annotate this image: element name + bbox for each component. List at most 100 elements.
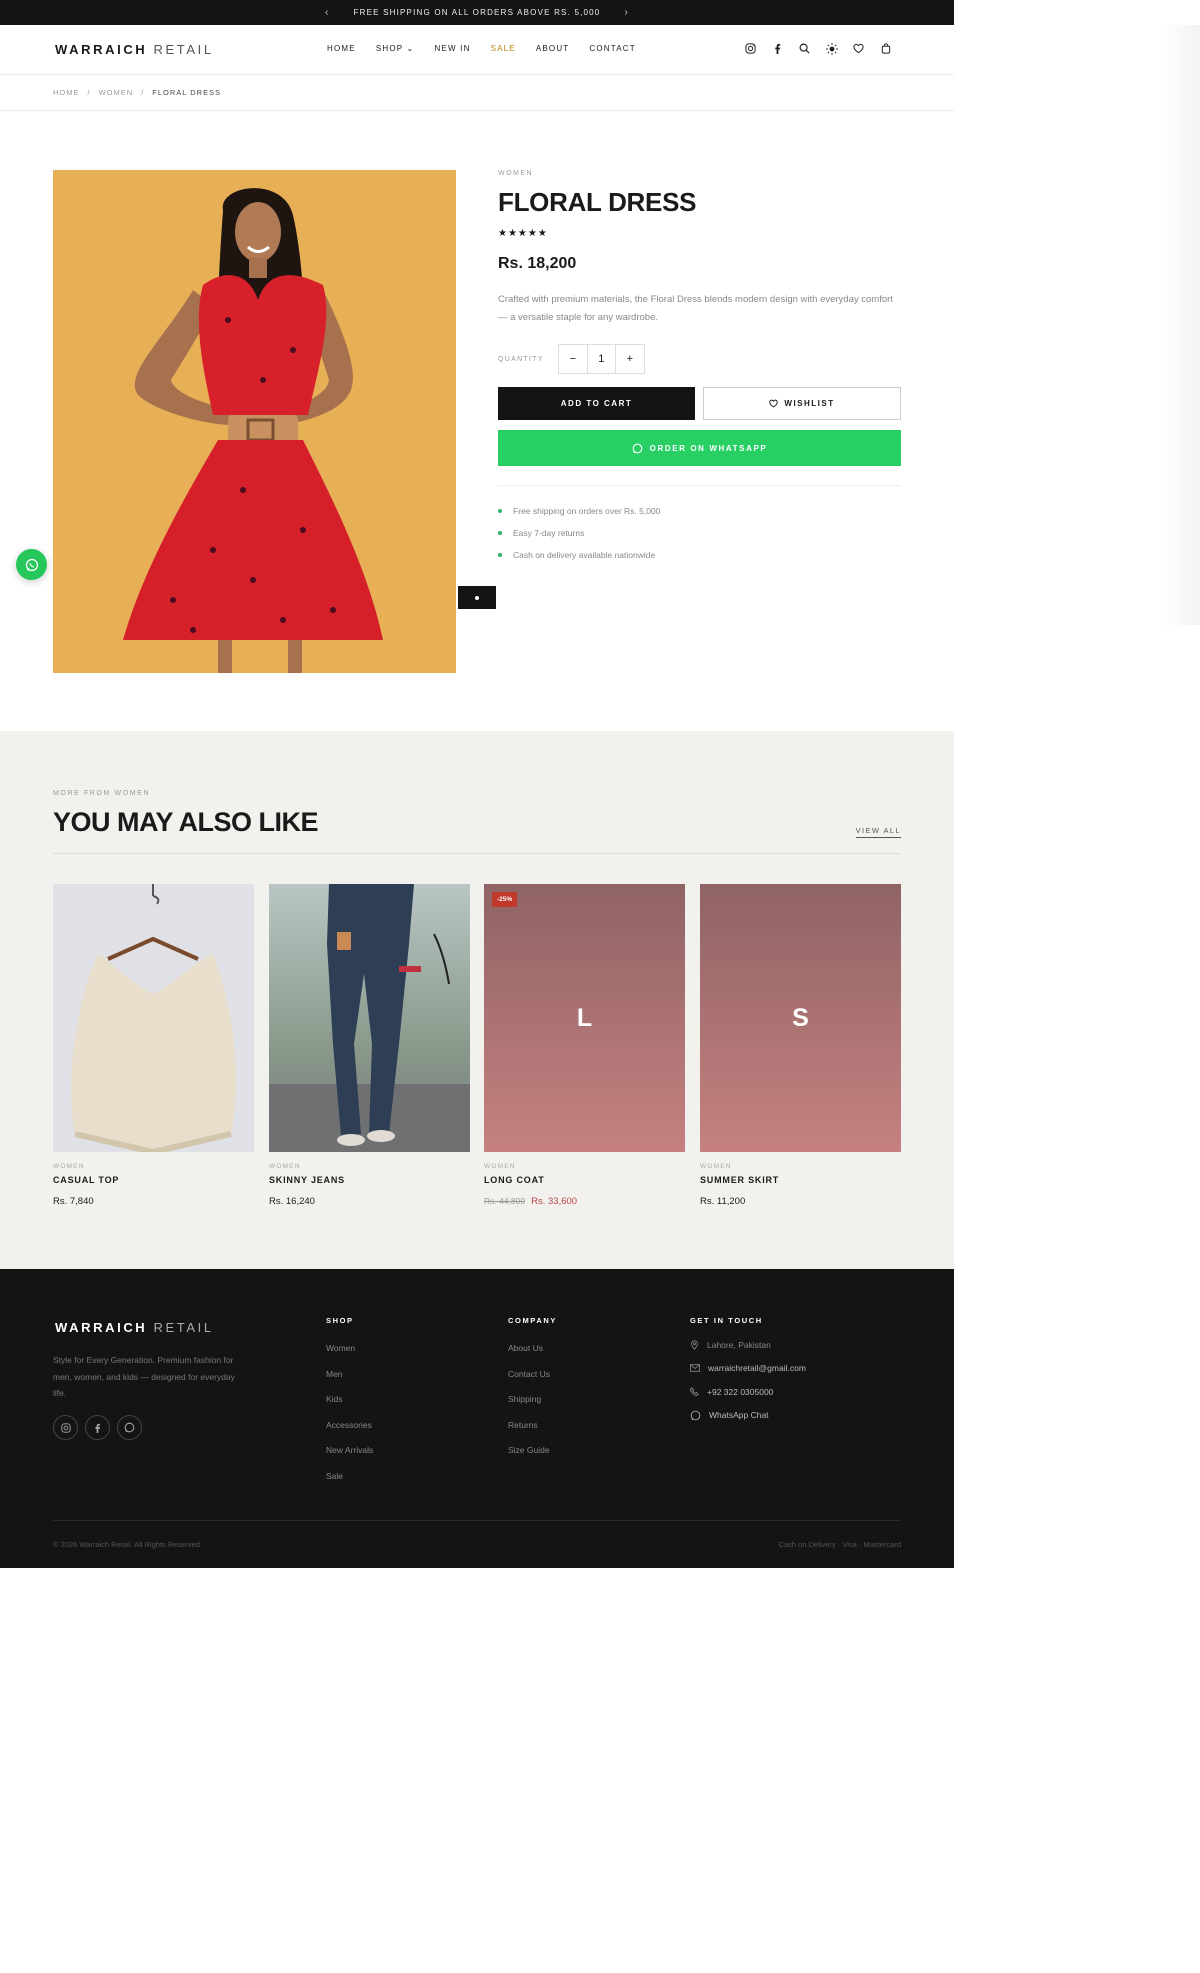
contact-phone[interactable]: +92 322 0305000 [690, 1380, 806, 1404]
product-perks: Free shipping on orders over Rs. 5,000 E… [498, 485, 901, 566]
bullet-icon [498, 509, 502, 513]
product-card[interactable]: L -25% WOMEN LONG COAT Rs. 44,800 Rs. 33,… [484, 884, 685, 1207]
wishlist-heart-icon[interactable] [852, 42, 865, 55]
product-category: WOMEN [498, 170, 534, 177]
related-subtitle: MORE FROM WOMEN [53, 790, 151, 797]
related-products-section: MORE FROM WOMEN YOU MAY ALSO LIKE VIEW A… [0, 731, 954, 1269]
footer-tagline: Style for Every Generation. Premium fash… [53, 1355, 235, 1398]
contact-whatsapp[interactable]: WhatsApp Chat [690, 1404, 806, 1428]
product-card-image[interactable] [53, 884, 254, 1152]
footer-contact-column: GET IN TOUCH Lahore, Pakistan warraichre… [690, 1316, 806, 1427]
theme-toggle-icon[interactable] [825, 42, 838, 55]
footer-link[interactable]: Men [326, 1369, 373, 1379]
whatsapp-icon [690, 1410, 701, 1421]
footer-shop-heading: SHOP [326, 1316, 354, 1325]
breadcrumb-separator: / [87, 88, 91, 97]
nav-home[interactable]: HOME [327, 44, 356, 53]
footer-link[interactable]: New Arrivals [326, 1445, 373, 1455]
card-price-value: Rs. 11,200 [700, 1196, 746, 1207]
card-category: WOMEN [700, 1163, 732, 1170]
whatsapp-icon [25, 558, 38, 571]
nav-about[interactable]: ABOUT [536, 44, 570, 53]
whatsapp-float-button[interactable] [16, 549, 47, 580]
footer-link[interactable]: Sale [326, 1471, 373, 1481]
product-card[interactable]: WOMEN SKINNY JEANS Rs. 16,240 [269, 884, 470, 1207]
card-category: WOMEN [484, 1163, 516, 1170]
product-card[interactable]: S WOMEN SUMMER SKIRT Rs. 11,200 [700, 884, 901, 1207]
quantity-stepper: − 1 + [557, 344, 645, 374]
product-card-image[interactable]: L -25% [484, 884, 685, 1152]
email-text[interactable]: warraichretail@gmail.com [708, 1363, 806, 1373]
site-header: WARRAICH RETAIL HOME SHOP ⌄ NEW IN SALE … [0, 25, 954, 75]
breadcrumb: HOME / WOMEN / FLORAL DRESS [0, 75, 954, 111]
footer-contact-heading: GET IN TOUCH [690, 1316, 763, 1325]
image-dot-indicator[interactable] [458, 586, 496, 609]
footer-link[interactable]: Returns [508, 1420, 557, 1430]
card-name[interactable]: SUMMER SKIRT [700, 1175, 901, 1185]
card-price: Rs. 11,200 [700, 1196, 901, 1207]
cart-bag-icon[interactable] [879, 42, 892, 55]
breadcrumb-home[interactable]: HOME [53, 88, 80, 97]
footer-link[interactable]: Accessories [326, 1420, 373, 1430]
footer-link[interactable]: Size Guide [508, 1445, 557, 1455]
footer-link[interactable]: Shipping [508, 1394, 557, 1404]
card-name[interactable]: LONG COAT [484, 1175, 685, 1185]
contact-email[interactable]: warraichretail@gmail.com [690, 1357, 806, 1381]
header-icons [744, 42, 892, 55]
whatsapp-text[interactable]: WhatsApp Chat [709, 1410, 769, 1420]
product-card-image[interactable] [269, 884, 470, 1152]
perk-item: Easy 7-day returns [498, 522, 901, 544]
footer-link[interactable]: About Us [508, 1343, 557, 1353]
product-main-image[interactable] [53, 170, 456, 673]
product-info: WOMEN FLORAL DRESS ★★★★★ Rs. 18,200 Craf… [498, 170, 901, 566]
action-buttons: ADD TO CART WISHLIST [498, 387, 901, 420]
nav-new-in[interactable]: NEW IN [434, 44, 470, 53]
card-category: WOMEN [53, 1163, 85, 1170]
site-logo[interactable]: WARRAICH RETAIL [55, 42, 214, 57]
logo-thin: RETAIL [153, 1320, 214, 1335]
location-pin-icon [691, 1340, 698, 1350]
card-name[interactable]: CASUAL TOP [53, 1175, 254, 1185]
nav-contact[interactable]: CONTACT [589, 44, 635, 53]
announcement-next-arrow[interactable]: › [624, 7, 629, 18]
wishlist-label: WISHLIST [784, 399, 835, 408]
view-all-link[interactable]: VIEW ALL [855, 826, 901, 838]
logo-thin: RETAIL [153, 42, 214, 57]
card-price: Rs. 16,240 [269, 1196, 470, 1207]
add-to-cart-button[interactable]: ADD TO CART [498, 387, 695, 420]
footer-copyright: © 2026 Warraich Retail. All Rights Reser… [53, 1540, 203, 1549]
nav-sale[interactable]: SALE [491, 44, 516, 53]
nav-shop[interactable]: SHOP ⌄ [376, 44, 415, 53]
card-price-value: Rs. 7,840 [53, 1196, 94, 1207]
footer-link[interactable]: Contact Us [508, 1369, 557, 1379]
footer-link[interactable]: Women [326, 1343, 373, 1353]
order-whatsapp-button[interactable]: ORDER ON WHATSAPP [498, 430, 901, 466]
product-price: Rs. 18,200 [498, 255, 577, 272]
footer-logo[interactable]: WARRAICH RETAIL [55, 1320, 214, 1335]
product-rating: ★★★★★ [498, 228, 548, 239]
quantity-decrease-button[interactable]: − [559, 345, 587, 373]
product-card-image[interactable]: S [700, 884, 901, 1152]
card-name[interactable]: SKINNY JEANS [269, 1175, 470, 1185]
product-card[interactable]: WOMEN CASUAL TOP Rs. 7,840 [53, 884, 254, 1207]
instagram-icon[interactable] [53, 1415, 78, 1440]
perk-text: Easy 7-day returns [513, 528, 585, 538]
discount-badge: -25% [492, 892, 518, 907]
mail-icon [690, 1364, 700, 1372]
search-icon[interactable] [798, 42, 811, 55]
card-sale-price: Rs. 33,600 [531, 1196, 578, 1207]
bullet-icon [498, 553, 502, 557]
main-nav: HOME SHOP ⌄ NEW IN SALE ABOUT CONTACT [327, 44, 636, 53]
footer-link[interactable]: Kids [326, 1394, 373, 1404]
facebook-icon[interactable] [85, 1415, 110, 1440]
wishlist-button[interactable]: WISHLIST [703, 387, 901, 420]
whatsapp-icon[interactable] [117, 1415, 142, 1440]
card-category: WOMEN [269, 1163, 301, 1170]
quantity-increase-button[interactable]: + [616, 345, 644, 373]
phone-text[interactable]: +92 322 0305000 [707, 1387, 773, 1397]
breadcrumb-women[interactable]: WOMEN [99, 88, 134, 97]
instagram-icon[interactable] [744, 42, 757, 55]
announcement-prev-arrow[interactable]: ‹ [325, 7, 330, 18]
quantity-input[interactable]: 1 [586, 345, 616, 373]
facebook-icon[interactable] [771, 42, 784, 55]
